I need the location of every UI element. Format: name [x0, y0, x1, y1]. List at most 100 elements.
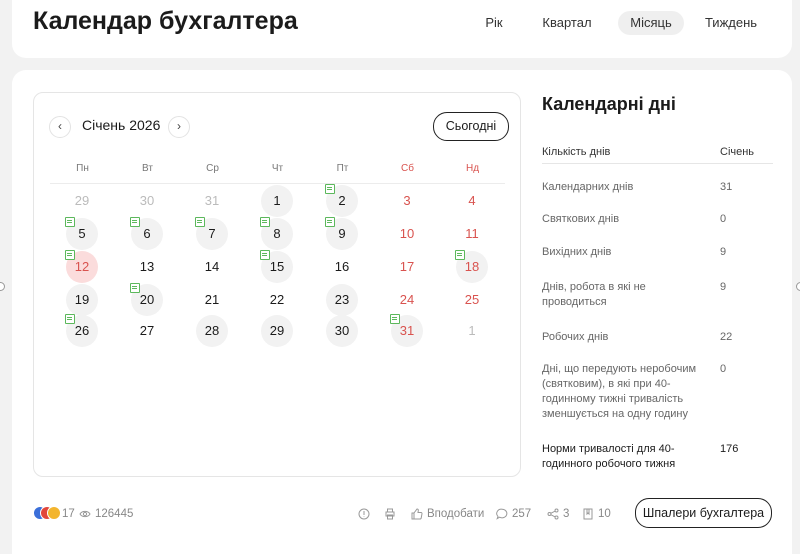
row-value: 9	[720, 281, 727, 293]
share-icon	[547, 508, 559, 520]
day-cell[interactable]: 9	[325, 217, 358, 250]
note-icon	[455, 250, 465, 260]
day-cell[interactable]: 7	[195, 217, 228, 250]
header: Календар бухгалтера Рік Квартал Місяць Т…	[12, 0, 792, 58]
row-value: 9	[720, 246, 727, 258]
day-cell[interactable]: 12	[65, 250, 98, 283]
day-cell[interactable]: 3	[391, 185, 423, 217]
day-cell[interactable]: 10	[391, 218, 423, 250]
day-cell[interactable]: 23	[326, 284, 358, 316]
tab-quarter[interactable]: Квартал	[538, 11, 596, 35]
report-button[interactable]	[358, 508, 370, 520]
bookmark-button[interactable]: 10	[582, 508, 611, 520]
day-cell[interactable]: 4	[456, 185, 488, 217]
weekday-3: Чт	[271, 163, 284, 174]
note-icon	[325, 217, 335, 227]
note-icon	[65, 250, 75, 260]
tab-month[interactable]: Місяць	[618, 11, 684, 35]
note-icon	[195, 217, 205, 227]
weekday-0: Пн	[76, 163, 89, 174]
like-label: Вподобати	[427, 508, 485, 520]
day-cell[interactable]: 31	[196, 185, 228, 217]
resize-handle-right[interactable]	[796, 282, 800, 291]
row-label: Норми тривалості для 40-годинного робочо…	[542, 443, 676, 470]
weekday-2: Ср	[206, 163, 219, 174]
comments-button[interactable]: 257	[496, 508, 531, 520]
note-icon	[260, 250, 270, 260]
weekday-5: Сб	[401, 163, 414, 174]
comment-icon	[496, 508, 508, 520]
day-cell[interactable]: 27	[131, 315, 163, 347]
day-cell[interactable]: 5	[65, 217, 98, 250]
reactions-count: 17	[62, 508, 75, 520]
page-title: Календар бухгалтера	[33, 7, 298, 35]
bookmark-icon	[583, 508, 593, 520]
row-value: 176	[720, 443, 739, 455]
calendar: ‹ Січень 2026 › Сьогодні Пн Вт Ср Чт Пт Сб Нд …	[33, 92, 521, 477]
row-label: Робочих днів	[542, 331, 609, 343]
note-icon	[130, 217, 140, 227]
day-cell[interactable]: 25	[456, 284, 488, 316]
day-cell[interactable]: 22	[261, 284, 293, 316]
tab-week[interactable]: Тиждень	[699, 11, 763, 35]
day-cell[interactable]: 18	[455, 250, 488, 283]
thumbs-up-icon	[411, 508, 423, 520]
day-cell[interactable]: 11	[456, 218, 488, 250]
day-cell[interactable]: 21	[196, 284, 228, 316]
col-header-month: Січень	[720, 146, 755, 158]
views: 126445	[79, 508, 133, 520]
day-cell[interactable]: 13	[131, 251, 163, 283]
eye-icon	[79, 510, 91, 518]
footer: 17 126445 Вподобати 257 3 10 Шпалери бух…	[12, 498, 792, 538]
resize-handle-left[interactable]	[0, 282, 5, 291]
day-cell[interactable]: 17	[391, 251, 423, 283]
weekday-6: Нд	[465, 163, 480, 174]
day-cell[interactable]: 16	[326, 251, 358, 283]
divider	[542, 163, 773, 164]
print-button[interactable]	[384, 508, 396, 520]
row-label: Дні, що передують неробочим (святковим),…	[542, 363, 697, 420]
today-button[interactable]: Сьогодні	[433, 112, 509, 141]
weekday-1: Вт	[142, 163, 153, 174]
alert-icon	[358, 508, 370, 520]
share-button[interactable]: 3	[547, 508, 569, 520]
weekday-header: Пн Вт Ср Чт Пт Сб Нд	[50, 163, 505, 177]
next-month-button[interactable]: ›	[168, 116, 190, 138]
tab-year[interactable]: Рік	[474, 11, 514, 35]
day-cell[interactable]: 31	[390, 314, 423, 347]
day-cell[interactable]: 2	[325, 184, 358, 217]
day-cell[interactable]: 26	[65, 314, 98, 347]
day-cell[interactable]: 20	[130, 283, 163, 316]
row-label: Календарних днів	[542, 181, 634, 193]
note-icon	[65, 217, 75, 227]
day-cell[interactable]: 24	[391, 284, 423, 316]
row-value: 0	[720, 213, 727, 225]
day-cell[interactable]: 14	[196, 251, 228, 283]
day-cell[interactable]: 29	[261, 315, 293, 347]
day-cell[interactable]: 29	[66, 185, 98, 217]
day-cell[interactable]: 30	[131, 185, 163, 217]
day-cell[interactable]: 1	[261, 185, 293, 217]
note-icon	[65, 314, 75, 324]
row-value: 22	[720, 331, 733, 343]
print-icon	[385, 508, 395, 520]
day-cell[interactable]: 6	[130, 217, 163, 250]
day-cell[interactable]: 8	[260, 217, 293, 250]
day-cell[interactable]: 15	[260, 250, 293, 283]
day-cell[interactable]: 1	[456, 315, 488, 347]
like-button[interactable]: Вподобати	[411, 508, 484, 520]
main-card: ‹ Січень 2026 › Сьогодні Пн Вт Ср Чт Пт Сб Нд …	[12, 70, 792, 554]
prev-month-button[interactable]: ‹	[49, 116, 71, 138]
col-header-label: Кількість днів	[542, 146, 611, 158]
side-title: Календарні дні	[542, 94, 676, 114]
day-cell[interactable]: 28	[196, 315, 228, 347]
day-cell[interactable]: 19	[66, 284, 98, 316]
wallpaper-button[interactable]: Шпалери бухгалтера	[635, 498, 772, 528]
month-label: Січень 2026	[82, 117, 161, 133]
note-icon	[390, 314, 400, 324]
row-label: Святкових днів	[542, 213, 620, 225]
weekday-4: Пт	[336, 163, 349, 174]
reactions-icon[interactable]	[33, 506, 61, 520]
day-cell[interactable]: 30	[326, 315, 358, 347]
note-icon	[325, 184, 335, 194]
